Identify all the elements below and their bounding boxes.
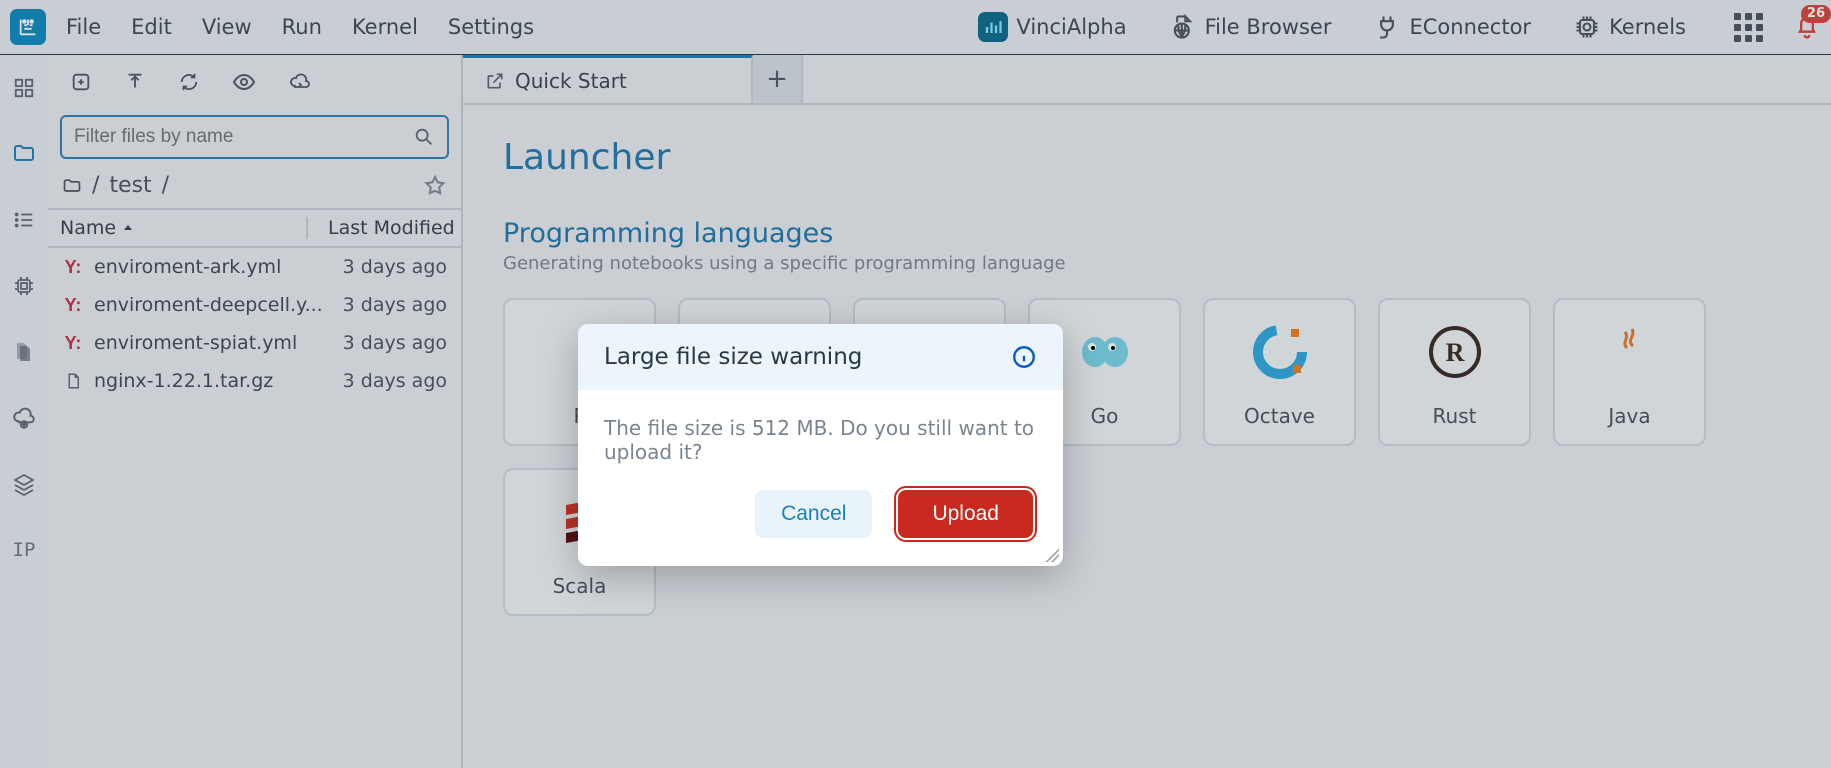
upload-button[interactable]: Upload — [898, 490, 1033, 538]
upload-warning-modal: Large file size warning The file size is… — [578, 324, 1063, 566]
info-icon — [1011, 344, 1037, 370]
modal-header: Large file size warning — [578, 324, 1063, 390]
cancel-button[interactable]: Cancel — [755, 490, 872, 538]
modal-actions: Cancel Upload — [578, 472, 1063, 566]
modal-body: The file size is 512 MB. Do you still wa… — [578, 390, 1063, 472]
resize-handle[interactable] — [1045, 548, 1059, 562]
modal-title: Large file size warning — [604, 344, 862, 370]
